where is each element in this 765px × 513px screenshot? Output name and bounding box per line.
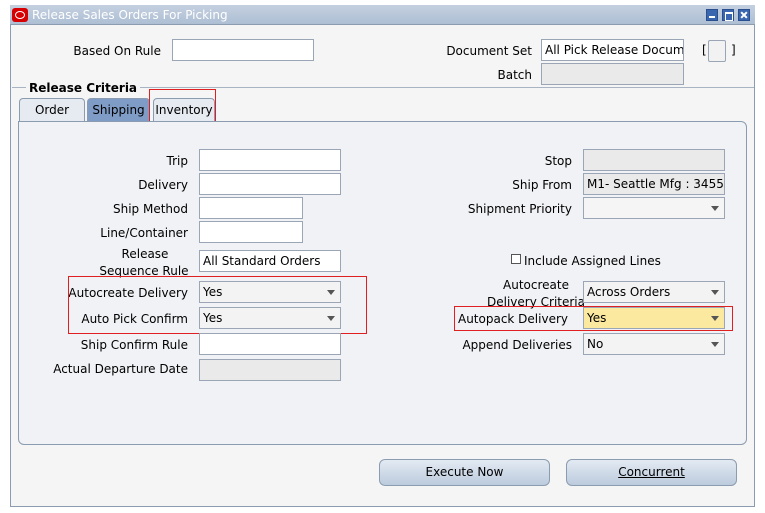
ship-method-label: Ship Method (113, 202, 188, 216)
ship-confirm-rule-field[interactable] (199, 333, 341, 355)
tab-order[interactable]: Order (19, 98, 85, 122)
autocreate-delivery-criteria-value: Across Orders (587, 285, 671, 299)
release-label-line1: Release (121, 247, 169, 261)
based-on-rule-field[interactable] (172, 39, 314, 61)
actual-departure-date-label: Actual Departure Date (53, 362, 188, 376)
delivery-field[interactable] (199, 173, 341, 195)
concurrent-button[interactable]: Concurrent (566, 459, 737, 486)
window-title: Release Sales Orders For Picking (32, 8, 228, 22)
release-sequence-rule-field[interactable]: All Standard Orders (199, 250, 341, 272)
shipment-priority-select[interactable] (583, 197, 725, 219)
include-assigned-lines-label: Include Assigned Lines (524, 254, 661, 268)
based-on-rule-label: Based On Rule (73, 44, 161, 58)
autocreate-delivery-criteria-select[interactable]: Across Orders (583, 281, 725, 303)
stop-label: Stop (544, 154, 572, 168)
bracket-right: ] (731, 43, 736, 57)
minimize-icon[interactable] (706, 9, 718, 21)
maximize-icon[interactable] (722, 9, 734, 21)
document-set-flexfield[interactable] (708, 40, 726, 62)
batch-field[interactable] (541, 63, 684, 85)
ship-method-field[interactable] (199, 197, 303, 219)
ship-from-field[interactable]: M1- Seattle Mfg : 3455 1 (583, 173, 725, 195)
oracle-app-icon (12, 8, 28, 22)
line-container-label: Line/Container (100, 226, 188, 240)
document-set-field[interactable]: All Pick Release Docum (541, 39, 684, 61)
execute-now-button[interactable]: Execute Now (379, 459, 550, 486)
trip-label: Trip (166, 154, 188, 168)
chevron-down-icon[interactable] (711, 342, 719, 347)
title-bar: Release Sales Orders For Picking (10, 5, 755, 25)
batch-label: Batch (497, 68, 533, 82)
line-container-field[interactable] (199, 221, 303, 243)
append-deliveries-select[interactable]: No (583, 333, 725, 355)
close-icon[interactable] (738, 9, 750, 21)
autopack-delivery-highlight (454, 306, 733, 331)
tab-shipping[interactable]: Shipping (87, 98, 150, 122)
ship-from-label: Ship From (512, 178, 572, 192)
chevron-down-icon[interactable] (711, 290, 719, 295)
append-deliveries-label: Append Deliveries (462, 338, 572, 352)
include-assigned-lines-checkbox[interactable] (511, 254, 521, 264)
document-set-label: Document Set (446, 44, 532, 58)
autocreate-autopick-highlight (68, 276, 367, 334)
actual-departure-date-field[interactable] (199, 359, 341, 381)
autocreate-criteria-label-line1: Autocreate (503, 278, 569, 292)
release-criteria-heading: Release Criteria (26, 81, 141, 95)
delivery-label: Delivery (138, 178, 188, 192)
trip-field[interactable] (199, 149, 341, 171)
shipment-priority-label: Shipment Priority (467, 202, 572, 216)
ship-confirm-rule-label: Ship Confirm Rule (80, 338, 188, 352)
stop-field[interactable] (583, 149, 725, 171)
bracket-left: [ (702, 43, 707, 57)
chevron-down-icon[interactable] (711, 206, 719, 211)
append-deliveries-value: No (587, 337, 604, 351)
